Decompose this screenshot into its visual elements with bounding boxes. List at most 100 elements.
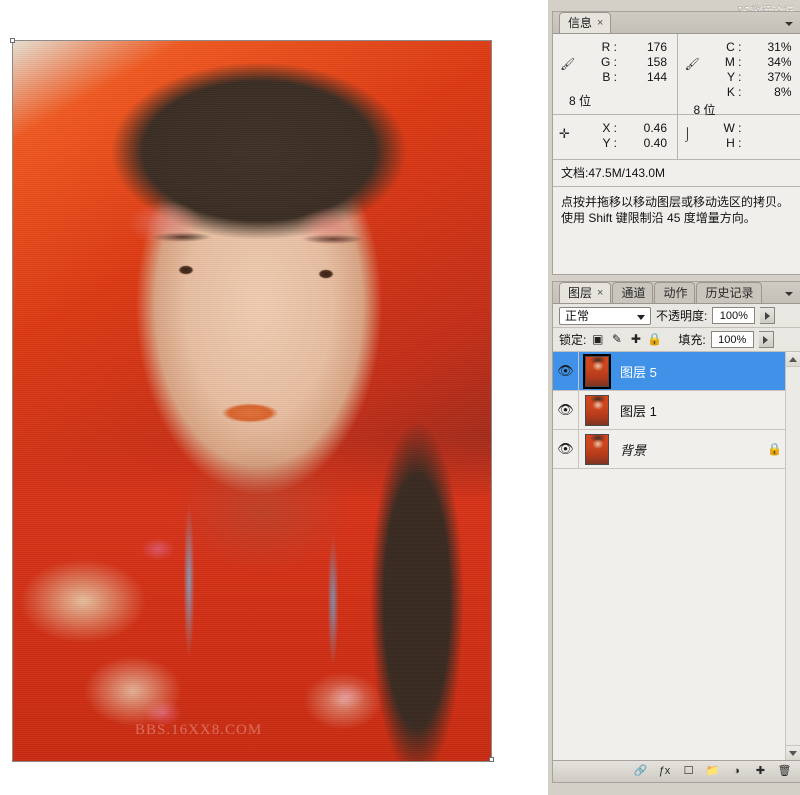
rgb-bit-depth: 8 位	[569, 94, 592, 108]
panel-menu-icon[interactable]	[782, 288, 796, 300]
close-icon[interactable]: ×	[597, 287, 603, 299]
new-adjustment-layer-icon[interactable]: ◑	[729, 764, 744, 779]
layers-panel-body: 正常 不透明度: 100% 锁定: ▣ ✎ ✚ 🔒 填充: 100% 👁 图层 …	[553, 304, 800, 782]
lock-icon-group: ▣ ✎ ✚ 🔒	[591, 333, 662, 346]
info-panel: 信息 × 🖌 R : 176 G : 158 B: 144 8 位 🖌 C:…	[552, 11, 800, 275]
color-readout-row: 🖌 R : 176 G : 158 B : 144 8 位 🖌 C: 31% …	[553, 34, 800, 117]
new-group-icon[interactable]: 📁	[705, 764, 720, 779]
readout-m-value: 34%	[767, 55, 792, 69]
tool-hint-line1: 点按并拖移以移动图层或移动选区的拷贝。	[561, 195, 790, 209]
lock-row: 锁定: ▣ ✎ ✚ 🔒 填充: 100%	[553, 328, 800, 352]
canvas-area[interactable]: BBS.16XX8.COM	[0, 0, 548, 795]
readout-y-coord-value: 0.40	[643, 136, 667, 150]
readout-r-key: R :	[601, 40, 617, 54]
lock-label: 锁定:	[559, 333, 587, 347]
layers-scrollbar[interactable]	[785, 352, 800, 760]
layer-style-fx-icon[interactable]: ƒx	[657, 764, 672, 779]
panel-menu-icon[interactable]	[782, 18, 796, 30]
readout-y: Y : 37%	[678, 70, 800, 85]
layer-thumbnail[interactable]	[585, 433, 609, 465]
layer-name[interactable]: 背景	[620, 440, 646, 459]
blend-mode-row: 正常 不透明度: 100%	[553, 304, 800, 328]
tool-hint-line2: 使用 Shift 键限制沿 45 度增量方向。	[561, 211, 756, 225]
lock-transparency-icon[interactable]: ▣	[591, 333, 604, 346]
layer-visibility-toggle[interactable]: 👁	[553, 391, 579, 429]
tab-info[interactable]: 信息 ×	[559, 12, 612, 33]
cmyk-readout: 🖌 C : 31% M : 34% Y : 37% K : 8% 8 位	[676, 34, 800, 117]
add-layer-mask-icon[interactable]: ☐	[681, 764, 696, 779]
blend-mode-select[interactable]: 正常	[559, 306, 651, 325]
opacity-input[interactable]: 100%	[712, 307, 756, 324]
layer-row[interactable]: 👁 图层 1	[553, 391, 800, 430]
lock-all-icon[interactable]: 🔒	[647, 333, 662, 346]
readout-b-key: B :	[602, 70, 617, 84]
opacity-slider-arrow-icon[interactable]	[760, 307, 776, 324]
portrait-photo	[13, 41, 491, 761]
tab-actions-label: 动作	[663, 286, 688, 300]
layer-locked-icon: 🔒	[767, 442, 782, 456]
readout-c-value: 31%	[767, 40, 792, 54]
chevron-down-icon[interactable]	[637, 314, 645, 320]
readout-w-value	[746, 121, 792, 136]
readout-r: R : 176	[553, 40, 677, 55]
readout-x-value: 0.46	[643, 121, 667, 135]
tool-hint-text: 点按并拖移以移动图层或移动选区的拷贝。 使用 Shift 键限制沿 45 度增量…	[553, 187, 800, 226]
tab-layers[interactable]: 图层 ×	[559, 282, 612, 303]
readout-c: C : 31%	[678, 40, 800, 55]
layers-panel: 图层 × 通道 动作 历史记录 正常 不透明度: 100% 锁定: ▣ ✎ ✚ …	[552, 281, 800, 783]
layer-name[interactable]: 图层 5	[620, 362, 657, 381]
layers-panel-tabbar: 图层 × 通道 动作 历史记录	[553, 282, 800, 304]
readout-y-value: 37%	[767, 70, 792, 84]
readout-c-key: C :	[726, 40, 742, 54]
info-panel-body: 🖌 R : 176 G : 158 B : 144 8 位 🖌 C: 31% …	[553, 34, 800, 274]
tab-actions[interactable]: 动作	[654, 282, 696, 303]
coordinate-row: ✛ X : 0.46 Y : 0.40 ⌡ W : H:	[553, 114, 800, 160]
tab-info-label: 信息	[568, 16, 593, 30]
close-icon[interactable]: ×	[597, 17, 603, 29]
rgb-readout: 🖌 R : 176 G : 158 B : 144 8 位	[553, 34, 677, 114]
tab-channels[interactable]: 通道	[612, 282, 654, 303]
eyedropper-icon: 🖌	[560, 57, 576, 71]
new-layer-icon[interactable]: ✚	[753, 764, 768, 779]
layer-name[interactable]: 图层 1	[620, 401, 657, 420]
document-size-text: 文档:47.5M/143.0M	[553, 160, 800, 187]
pointer-position-readout: ✛ X : 0.46 Y : 0.40	[553, 115, 677, 159]
delete-layer-icon[interactable]: 🗑	[777, 764, 792, 779]
info-panel-tabbar: 信息 ×	[553, 12, 800, 34]
fill-label: 填充:	[678, 333, 706, 347]
fill-slider-arrow-icon[interactable]	[758, 331, 774, 348]
readout-b-value: 144	[646, 70, 667, 84]
layer-thumbnail[interactable]	[585, 394, 609, 426]
layer-list[interactable]: 👁 图层 5 👁 图层 1 👁 背景 🔒	[553, 352, 800, 760]
scroll-down-arrow-icon[interactable]	[786, 745, 800, 760]
lock-image-icon[interactable]: ✎	[610, 333, 623, 346]
tab-layers-label: 图层	[568, 286, 593, 300]
readout-y-key: Y :	[727, 70, 742, 84]
layer-visibility-toggle[interactable]: 👁	[553, 352, 579, 390]
opacity-label: 不透明度:	[656, 309, 708, 323]
lock-position-icon[interactable]: ✚	[629, 333, 642, 346]
blend-mode-value: 正常	[565, 308, 590, 323]
readout-g-value: 158	[646, 55, 667, 69]
fill-input[interactable]: 100%	[710, 331, 754, 348]
layer-visibility-toggle[interactable]: 👁	[553, 430, 579, 468]
layer-row[interactable]: 👁 图层 5	[553, 352, 800, 391]
link-layers-icon[interactable]: 🔗	[633, 764, 648, 779]
selection-handle-bottom-right[interactable]	[489, 757, 494, 762]
layer-thumbnail[interactable]	[583, 353, 611, 389]
image-document-frame[interactable]: BBS.16XX8.COM	[12, 40, 492, 762]
readout-h-value	[746, 136, 792, 151]
eyedropper-icon: 🖌	[684, 57, 700, 71]
readout-r-value: 176	[646, 40, 667, 54]
selection-size-readout: ⌡ W : H :	[676, 115, 800, 159]
marquee-icon: ⌡	[683, 126, 692, 141]
readout-k-key: K :	[726, 85, 742, 99]
right-panel-dock: PS教程论坛 BBS.16XX8.COM 信息 × 🖌 R : 176	[548, 0, 800, 795]
scroll-up-arrow-icon[interactable]	[786, 352, 800, 367]
tab-history[interactable]: 历史记录	[696, 282, 762, 303]
layers-footer-toolbar: 🔗 ƒx ☐ 📁 ◑ ✚ 🗑	[553, 760, 800, 782]
readout-b: B : 144	[553, 70, 677, 85]
selection-handle-top-left[interactable]	[10, 38, 15, 43]
move-crosshair-icon: ✛	[559, 126, 570, 141]
layer-row[interactable]: 👁 背景 🔒	[553, 430, 800, 469]
